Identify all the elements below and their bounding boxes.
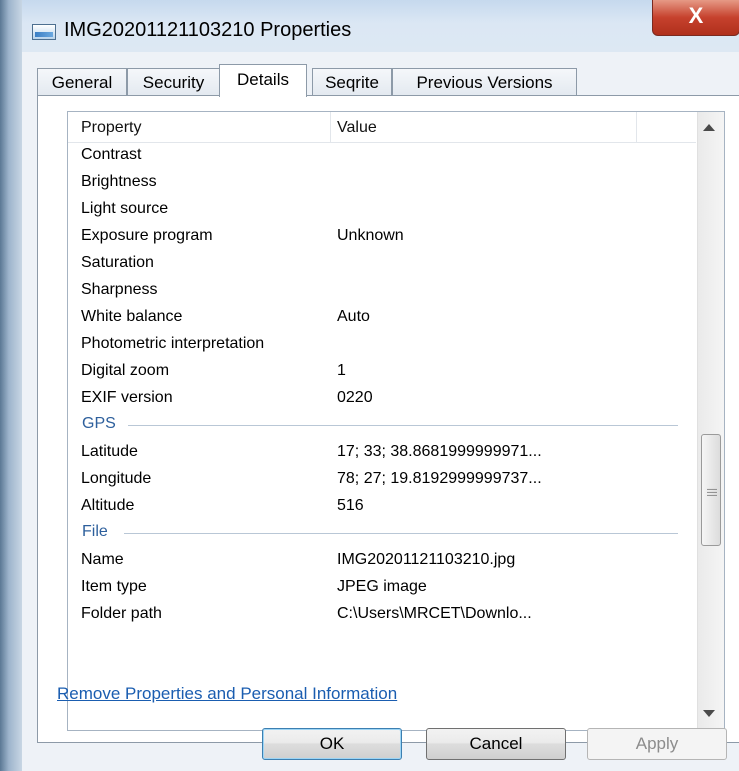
tab-details[interactable]: Details bbox=[219, 64, 307, 97]
property-name: Altitude bbox=[81, 497, 135, 514]
property-name: Longitude bbox=[81, 470, 152, 487]
group-divider bbox=[128, 425, 678, 426]
property-value: JPEG image bbox=[337, 578, 427, 595]
list-item[interactable]: Light source bbox=[68, 196, 696, 223]
scroll-up-arrow-icon[interactable] bbox=[703, 124, 715, 131]
property-name: Name bbox=[81, 551, 124, 568]
grip-icon: — — — bbox=[707, 484, 717, 501]
property-name: Item type bbox=[81, 578, 147, 595]
details-list[interactable]: Property Value Contrast Brightness Light… bbox=[67, 111, 725, 731]
column-header-property[interactable]: Property bbox=[81, 119, 141, 137]
property-name: Digital zoom bbox=[81, 362, 170, 379]
column-divider[interactable] bbox=[330, 112, 331, 142]
property-name: White balance bbox=[81, 308, 183, 325]
list-item[interactable]: White balance Auto bbox=[68, 304, 696, 331]
background-window-edge bbox=[0, 0, 22, 771]
list-item[interactable]: Sharpness bbox=[68, 277, 696, 304]
title-bar[interactable]: IMG20201121103210 Properties X bbox=[22, 0, 739, 52]
cancel-button[interactable]: Cancel bbox=[426, 728, 566, 760]
scroll-down-arrow-icon[interactable] bbox=[703, 710, 715, 717]
ok-button[interactable]: OK bbox=[262, 728, 402, 760]
property-value: 78; 27; 19.8192999999737... bbox=[337, 470, 542, 487]
tab-security[interactable]: Security bbox=[127, 68, 220, 96]
list-item[interactable]: Brightness bbox=[68, 169, 696, 196]
vertical-scrollbar[interactable]: — — — bbox=[697, 112, 724, 730]
property-name: Saturation bbox=[81, 254, 154, 271]
list-item[interactable]: Photometric interpretation bbox=[68, 331, 696, 358]
property-name: Sharpness bbox=[81, 281, 158, 298]
scrollbar-thumb[interactable]: — — — bbox=[701, 434, 721, 546]
close-button[interactable]: X bbox=[652, 0, 739, 36]
property-name: Photometric interpretation bbox=[81, 335, 265, 352]
group-divider bbox=[124, 533, 678, 534]
group-label: File bbox=[82, 523, 108, 540]
list-item[interactable]: Digital zoom 1 bbox=[68, 358, 696, 385]
tab-seqrite[interactable]: Seqrite bbox=[312, 68, 392, 96]
list-item[interactable]: Altitude 516 bbox=[68, 493, 696, 520]
property-name: Brightness bbox=[81, 173, 157, 190]
property-name: Folder path bbox=[81, 605, 162, 622]
group-header-file[interactable]: File bbox=[68, 520, 696, 547]
image-file-icon bbox=[32, 24, 56, 40]
property-name: Light source bbox=[81, 200, 169, 217]
property-name: EXIF version bbox=[81, 389, 173, 406]
property-value: 516 bbox=[337, 497, 364, 514]
list-item[interactable]: Latitude 17; 33; 38.8681999999971... bbox=[68, 439, 696, 466]
details-tab-panel: Property Value Contrast Brightness Light… bbox=[37, 95, 739, 743]
property-value: C:\Users\MRCET\Downlo... bbox=[337, 605, 532, 622]
list-item[interactable]: Longitude 78; 27; 19.8192999999737... bbox=[68, 466, 696, 493]
property-value: IMG20201121103210.jpg bbox=[337, 551, 516, 568]
column-divider[interactable] bbox=[636, 112, 637, 142]
group-header-gps[interactable]: GPS bbox=[68, 412, 696, 439]
properties-dialog: General Security Details Seqrite Previou… bbox=[22, 52, 739, 771]
remove-properties-link[interactable]: Remove Properties and Personal Informati… bbox=[57, 684, 397, 704]
tab-previous-versions[interactable]: Previous Versions bbox=[392, 68, 577, 96]
property-value: Auto bbox=[337, 308, 370, 325]
property-value: 1 bbox=[337, 362, 346, 379]
list-item[interactable]: Folder path C:\Users\MRCET\Downlo... bbox=[68, 601, 696, 628]
property-value: Unknown bbox=[337, 227, 404, 244]
property-name: Latitude bbox=[81, 443, 138, 460]
group-label: GPS bbox=[82, 415, 116, 432]
list-item[interactable]: Exposure program Unknown bbox=[68, 223, 696, 250]
list-header: Property Value bbox=[68, 112, 696, 143]
property-name: Exposure program bbox=[81, 227, 213, 244]
list-item[interactable]: EXIF version 0220 bbox=[68, 385, 696, 412]
apply-button[interactable]: Apply bbox=[587, 728, 727, 760]
list-item[interactable]: Item type JPEG image bbox=[68, 574, 696, 601]
tab-general[interactable]: General bbox=[37, 68, 127, 96]
list-item[interactable]: Contrast bbox=[68, 142, 696, 169]
property-value: 0220 bbox=[337, 389, 373, 406]
window-title: IMG20201121103210 Properties bbox=[64, 19, 352, 41]
column-header-value[interactable]: Value bbox=[337, 119, 377, 137]
property-value: 17; 33; 38.8681999999971... bbox=[337, 443, 542, 460]
list-item[interactable]: Saturation bbox=[68, 250, 696, 277]
property-name: Contrast bbox=[81, 146, 142, 163]
list-item[interactable]: Name IMG20201121103210.jpg bbox=[68, 547, 696, 574]
